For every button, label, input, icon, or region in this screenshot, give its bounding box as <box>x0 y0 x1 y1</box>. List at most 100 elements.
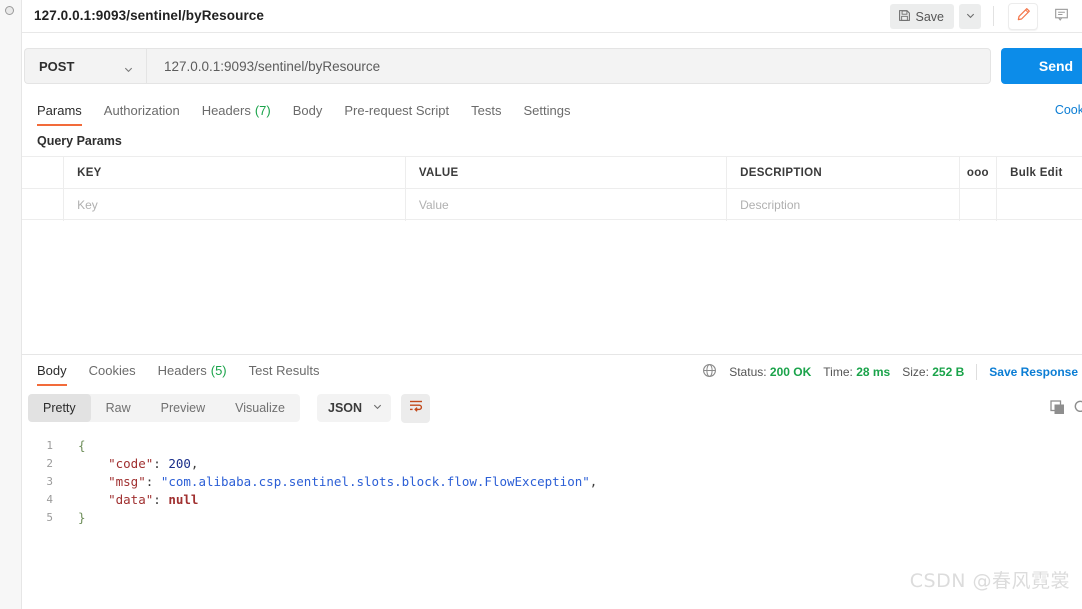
response-mode-group: Pretty Raw Preview Visualize <box>28 394 300 422</box>
response-tab-cookies[interactable]: Cookies <box>78 355 147 386</box>
table-options-menu-icon[interactable]: ooo <box>960 157 998 189</box>
cookies-link[interactable]: Cookies <box>1055 103 1082 117</box>
response-tab-body[interactable]: Body <box>26 355 78 386</box>
time-group: Time: 28 ms <box>823 365 890 379</box>
url-input[interactable]: 127.0.0.1:9093/sentinel/byResource <box>146 48 991 84</box>
http-method-value: POST <box>39 58 75 74</box>
tab-settings[interactable]: Settings <box>512 95 581 126</box>
save-button[interactable]: Save <box>889 4 954 29</box>
tab-authorization[interactable]: Authorization <box>93 95 191 126</box>
rail-status-icon <box>5 6 14 15</box>
chevron-down-icon <box>965 8 976 26</box>
save-response-button[interactable]: Save Response <box>989 365 1078 379</box>
row-value-input[interactable]: Value <box>406 189 728 221</box>
response-tab-body-label: Body <box>37 363 67 378</box>
status-value: 200 OK <box>769 365 812 379</box>
search-icon <box>1073 400 1082 420</box>
bulk-edit-button[interactable]: Bulk Edit <box>997 157 1082 189</box>
tab-body-label: Body <box>292 103 323 118</box>
tab-params[interactable]: Params <box>26 95 93 126</box>
tab-tests-label: Tests <box>471 103 502 118</box>
mode-visualize[interactable]: Visualize <box>220 394 300 422</box>
meta-divider <box>976 364 978 380</box>
edit-request-button[interactable] <box>1008 3 1038 30</box>
status-label: Status: <box>729 365 767 379</box>
response-tab-headers-label: Headers <box>157 363 207 378</box>
code-line-text: "data": null <box>62 492 198 507</box>
pencil-icon <box>1016 7 1031 27</box>
code-line-text: } <box>78 509 86 525</box>
header-key: KEY <box>64 157 406 189</box>
tab-pre-request-script-label: Pre-request Script <box>344 103 450 118</box>
url-input-value: 127.0.0.1:9093/sentinel/byResource <box>164 58 381 74</box>
tab-settings-label: Settings <box>523 103 571 118</box>
code-line-text: "msg": "com.alibaba.csp.sentinel.slots.b… <box>62 474 597 489</box>
search-button[interactable] <box>1073 399 1082 421</box>
mode-preview[interactable]: Preview <box>146 394 220 422</box>
code-key: "msg" <box>108 473 146 489</box>
header-checkbox-cell <box>22 157 65 189</box>
tab-body[interactable]: Body <box>282 95 334 126</box>
save-options-button[interactable] <box>959 4 981 29</box>
copy-button[interactable] <box>1049 399 1066 421</box>
line-number: 5 <box>46 510 53 524</box>
table-header-row: KEY VALUE DESCRIPTION ooo Bulk Edit <box>22 156 1082 189</box>
chevron-down-icon <box>123 62 134 80</box>
url-bar: POST 127.0.0.1:9093/sentinel/byResource … <box>22 33 1082 95</box>
line-number: 1 <box>46 438 53 452</box>
response-panel: Body Cookies Headers (5) Test Results St… <box>22 354 1082 526</box>
code-comma: , <box>589 473 598 489</box>
size-group: Size: 252 B <box>902 365 964 379</box>
word-wrap-button[interactable] <box>401 394 430 423</box>
mode-pretty[interactable]: Pretty <box>28 394 91 422</box>
copy-icon <box>1049 400 1066 420</box>
toolbar-divider <box>993 6 994 26</box>
tab-tests[interactable]: Tests <box>460 95 512 126</box>
code-line-text: { <box>78 437 86 453</box>
tab-headers-count: (7) <box>254 103 271 118</box>
row-key-input[interactable]: Key <box>64 189 406 221</box>
time-label: Time: <box>823 365 853 379</box>
code-line: 5 } <box>22 508 1082 526</box>
code-line: 1 { <box>22 436 1082 454</box>
tab-pre-request-script[interactable]: Pre-request Script <box>333 95 460 126</box>
code-string-value: "com.alibaba.csp.sentinel.slots.block.fl… <box>160 473 590 489</box>
response-body-code[interactable]: 1 { 2 "code": 200, 3 "msg": "com.alibaba… <box>22 429 1082 526</box>
code-colon: : <box>153 455 169 471</box>
left-rail <box>0 0 22 609</box>
code-comma: , <box>190 455 199 471</box>
http-method-selector[interactable]: POST <box>24 48 146 84</box>
request-topbar: 127.0.0.1:9093/sentinel/byResource Save <box>22 0 1082 33</box>
request-title: 127.0.0.1:9093/sentinel/byResource <box>34 8 265 23</box>
time-value: 28 ms <box>856 365 891 379</box>
line-number: 4 <box>46 492 53 506</box>
code-line-text: "code": 200, <box>62 456 198 471</box>
code-null-value: null <box>168 491 199 507</box>
code-colon: : <box>145 473 161 489</box>
code-key: "code" <box>108 455 154 471</box>
main-panel: 127.0.0.1:9093/sentinel/byResource Save <box>22 0 1082 609</box>
postman-window: 127.0.0.1:9093/sentinel/byResource Save <box>0 0 1082 609</box>
tab-headers[interactable]: Headers (7) <box>191 95 282 126</box>
line-number: 2 <box>46 456 53 470</box>
word-wrap-icon <box>408 398 424 419</box>
row-description-input[interactable]: Description <box>727 189 960 221</box>
mode-raw[interactable]: Raw <box>91 394 146 422</box>
row-spacer-1 <box>960 189 998 221</box>
row-spacer-2 <box>997 189 1082 221</box>
chevron-down-icon <box>372 401 383 415</box>
code-number-value: 200 <box>168 455 191 471</box>
comments-button[interactable] <box>1046 3 1076 30</box>
response-format-selector[interactable]: JSON <box>317 394 391 422</box>
response-viewer-toolbar: Pretty Raw Preview Visualize JSON <box>22 387 1082 429</box>
send-button[interactable]: Send <box>1001 48 1082 84</box>
response-tabs: Body Cookies Headers (5) Test Results St… <box>22 355 1082 387</box>
response-tab-test-results[interactable]: Test Results <box>238 355 331 386</box>
tab-params-label: Params <box>37 103 82 118</box>
size-label: Size: <box>902 365 929 379</box>
row-checkbox[interactable] <box>22 189 65 221</box>
response-tab-headers[interactable]: Headers (5) <box>147 355 238 386</box>
code-line: 2 "code": 200, <box>22 454 1082 472</box>
response-format-value: JSON <box>328 401 363 415</box>
